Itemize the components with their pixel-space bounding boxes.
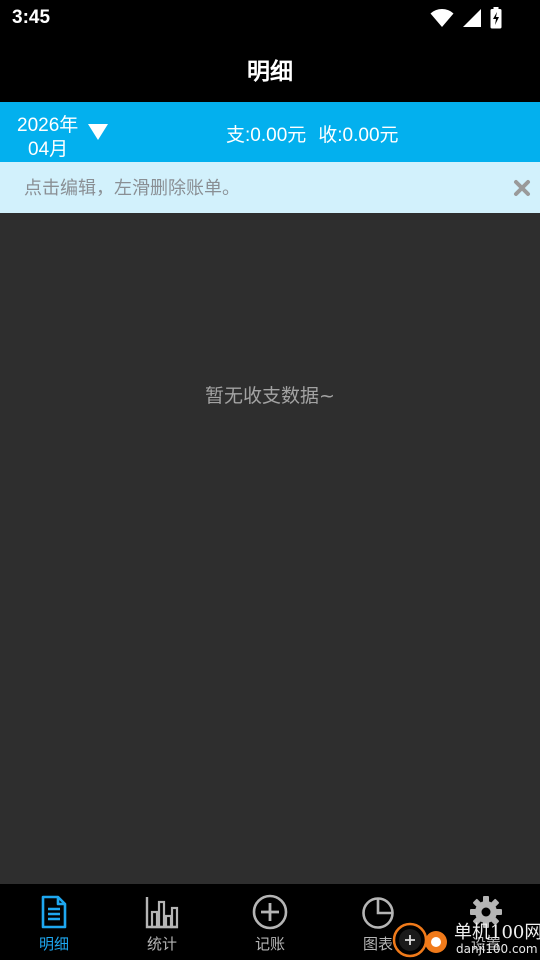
status-icons (430, 7, 502, 29)
close-icon[interactable] (510, 176, 534, 200)
battery-charging-icon (490, 7, 502, 29)
cellular-signal-icon (463, 9, 481, 27)
nav-label-statistics: 统计 (146, 935, 177, 953)
tip-banner: 点击编辑，左滑删除账单。 (0, 162, 540, 213)
income-total: 收:0.00元 (318, 125, 399, 146)
date-month: 04月 (28, 139, 69, 160)
pie-chart-icon (362, 897, 394, 929)
tip-text: 点击编辑，左滑删除账单。 (24, 178, 240, 199)
title-bar: 明细 (0, 36, 540, 102)
list-document-icon (41, 895, 67, 929)
empty-state-text: 暂无收支数据~ (205, 385, 335, 407)
bill-list[interactable]: 暂无收支数据~ (0, 213, 540, 884)
plus-circle-icon (252, 894, 288, 930)
nav-tab-details[interactable]: 明细 (0, 884, 108, 960)
date-year: 2026年 (17, 115, 79, 136)
expense-total: 支:0.00元 (226, 125, 307, 146)
nav-tab-add-record[interactable]: 记账 (216, 884, 324, 960)
wifi-icon (430, 9, 454, 27)
summary-bar: 2026年 04月 支:0.00元 收:0.00元 (0, 102, 540, 162)
status-bar: 3:45 (0, 0, 540, 36)
bar-chart-icon (145, 897, 179, 929)
watermark-url: danji100.com (456, 942, 538, 956)
status-time: 3:45 (12, 7, 51, 28)
month-picker[interactable]: 2026年 04月 (14, 107, 124, 160)
watermark-logo-icon (392, 922, 447, 958)
watermark-name: 单机100网 (454, 922, 540, 943)
page-title: 明细 (247, 59, 293, 85)
watermark: 单机100网 danji100.com (392, 912, 540, 960)
nav-tab-statistics[interactable]: 统计 (108, 884, 216, 960)
nav-label-add-record: 记账 (254, 935, 285, 953)
dropdown-arrow-icon (88, 124, 108, 140)
nav-label-details: 明细 (38, 935, 69, 953)
totals: 支:0.00元 收:0.00元 (226, 120, 399, 147)
